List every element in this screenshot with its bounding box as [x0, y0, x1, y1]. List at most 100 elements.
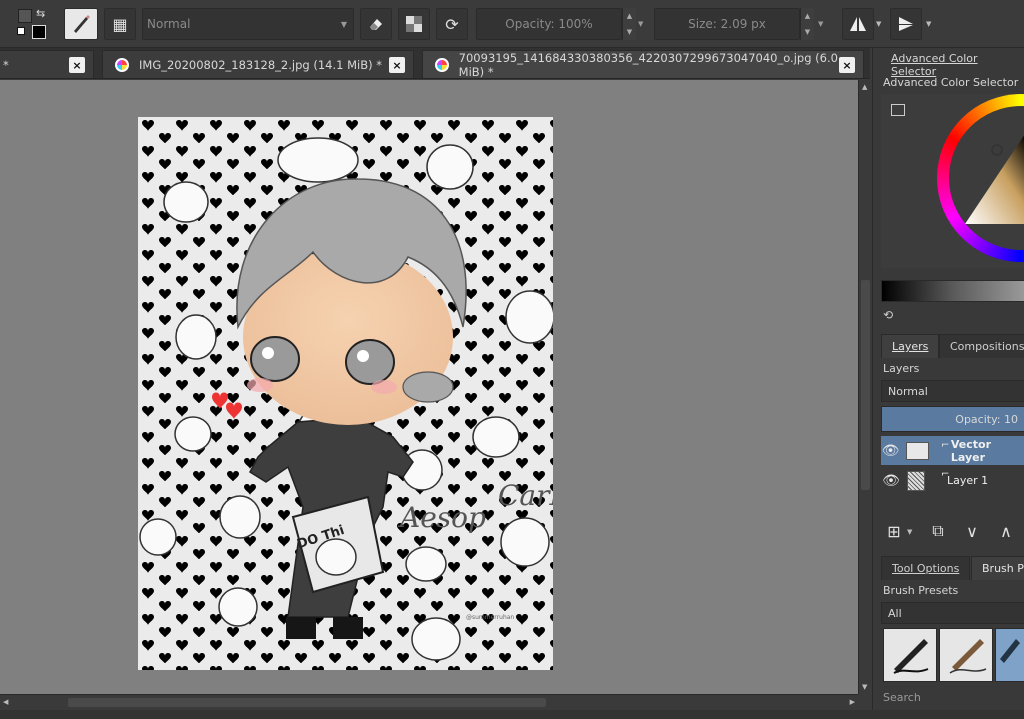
eraser-mode-button[interactable]	[360, 8, 392, 40]
tab-brush-presets[interactable]: Brush Pre	[971, 556, 1024, 580]
layer-thumbnail	[907, 470, 925, 491]
brush-preset-ink[interactable]	[939, 628, 993, 682]
tab-close-button[interactable]: ×	[389, 57, 405, 73]
pencil-preset-icon	[893, 639, 929, 674]
size-slider[interactable]: Size: 2.09 px	[654, 8, 800, 40]
tab-document-1[interactable]: * ×	[0, 50, 94, 78]
right-docker-panel: Advanced Color Selector Advanced Color S…	[872, 48, 1024, 710]
layer-item-vector[interactable]: 👁 ⌐ Vector Layer	[881, 436, 1024, 465]
opacity-label: Opacity: 100%	[505, 17, 593, 31]
mirror-vertical-arrow[interactable]: ▼	[926, 20, 931, 28]
artwork-illustration: DO Thi Aesop CarL @summerruhan	[138, 117, 553, 670]
add-layer-menu-arrow[interactable]: ▼	[907, 528, 912, 536]
compositions-tab-label: Compositions	[950, 340, 1024, 353]
pattern-grid-button[interactable]: ▦	[104, 8, 136, 40]
brush-presets-title: Brush Presets	[883, 584, 959, 597]
document-tab-bar: * × IMG_20200802_183128_2.jpg (14.1 MiB)…	[0, 48, 870, 79]
move-layer-down-button[interactable]: ∨	[961, 520, 983, 542]
horizontal-scroll-thumb[interactable]	[68, 698, 546, 707]
tab-tool-options[interactable]: Tool Options	[881, 556, 971, 580]
krita-document-icon	[435, 57, 449, 72]
brush-preset-selected[interactable]	[995, 628, 1024, 682]
opacity-menu-arrow[interactable]: ▼	[638, 20, 643, 28]
tab-close-button[interactable]: ×	[69, 57, 85, 73]
size-label: Size: 2.09 px	[688, 17, 766, 31]
artist-watermark: @summerruhan	[466, 614, 514, 621]
tab-label: IMG_20200802_183128_2.jpg (14.1 MiB) *	[139, 57, 382, 72]
layer-name: Vector Layer	[950, 437, 991, 464]
color-selector-tab-title[interactable]: Advanced Color Selector	[891, 52, 1024, 78]
layer-name: Layer 1	[947, 474, 989, 487]
tab-layers[interactable]: Layers	[881, 334, 940, 358]
foreground-color-swatch[interactable]	[18, 9, 32, 23]
main-toolbar: ⇆ ▦ Normal ▼ ⟳ Opacity: 100% ▲ ▼ ▼ Size: …	[0, 0, 1024, 48]
color-selector-area[interactable]	[881, 94, 1024, 268]
value-gradient-strip[interactable]	[881, 280, 1024, 302]
tab-document-3[interactable]: 70093195_141684330380356_422030729967304…	[422, 50, 864, 79]
size-menu-arrow[interactable]: ▼	[818, 20, 823, 28]
brush-tag-filter-select[interactable]: All	[881, 602, 1024, 624]
opacity-slider[interactable]: Opacity: 100%	[476, 8, 622, 40]
reload-preset-button[interactable]: ⟳	[436, 8, 468, 40]
canvas-vertical-scrollbar[interactable]: ▲ ▼	[858, 80, 872, 694]
mirror-horizontal-button[interactable]	[842, 8, 874, 40]
layers-tab-label: Layers	[892, 340, 929, 353]
pen-preset-icon	[1000, 639, 1020, 663]
layer-item-layer-1[interactable]: 👁 ⌐ Layer 1	[881, 466, 1024, 495]
signature-aesop: Aesop	[397, 501, 486, 534]
vector-layer-type-icon: ⌐	[941, 440, 950, 451]
scroll-down-arrow[interactable]: ▼	[862, 683, 867, 691]
brush-presets-tab-label: Brush Pre	[982, 562, 1024, 575]
background-color-swatch[interactable]	[32, 25, 46, 39]
vertical-scroll-thumb[interactable]	[861, 280, 870, 490]
scroll-left-arrow[interactable]: ◀	[3, 698, 8, 706]
brush-preset-pencil[interactable]	[883, 628, 937, 682]
tab-close-button[interactable]: ×	[839, 57, 855, 73]
color-history-refresh-icon[interactable]: ⟲	[883, 308, 893, 322]
layers-panel-title: Layers	[883, 362, 920, 375]
mirror-horizontal-icon	[850, 17, 866, 31]
swap-colors-icon[interactable]: ⇆	[36, 7, 45, 20]
scroll-up-arrow[interactable]: ▲	[862, 83, 867, 91]
layer-blend-mode-select[interactable]: Normal	[881, 380, 1024, 402]
artwork-canvas[interactable]: DO Thi Aesop CarL @summerruhan	[138, 117, 553, 670]
brush-preset-button[interactable]	[64, 8, 98, 40]
blend-mode-value: Normal	[147, 17, 191, 31]
mirror-vertical-icon	[899, 17, 913, 31]
tab-label: *	[3, 57, 9, 72]
scroll-right-arrow[interactable]: ▶	[850, 698, 855, 706]
color-swatch-widget[interactable]: ⇆	[16, 7, 50, 41]
visibility-eye-icon[interactable]: 👁	[881, 443, 900, 459]
canvas-horizontal-scrollbar[interactable]: ◀ ▶	[0, 694, 858, 710]
saturation-triangle[interactable]	[881, 94, 1024, 268]
brush-tag-filter-value: All	[888, 606, 902, 620]
layer-opacity-label: Opacity: 10	[955, 412, 1018, 426]
signature-carl: CarL	[498, 479, 553, 512]
blend-mode-select[interactable]: Normal ▼	[142, 8, 354, 40]
size-spinner[interactable]: ▲ ▼	[800, 8, 814, 40]
visibility-eye-icon[interactable]: 👁	[881, 473, 901, 489]
krita-document-icon	[115, 57, 129, 72]
grid-icon: ▦	[112, 14, 128, 34]
layer-opacity-slider[interactable]: Opacity: 10	[881, 406, 1024, 432]
opacity-spinner[interactable]: ▲ ▼	[622, 8, 636, 40]
brush-search-label[interactable]: Search	[883, 691, 921, 704]
layer-blend-mode-value: Normal	[888, 384, 928, 398]
ink-pen-preset-icon	[949, 639, 987, 674]
mirror-vertical-button[interactable]	[890, 8, 922, 40]
status-bar	[0, 710, 1024, 719]
mirror-horizontal-arrow[interactable]: ▼	[876, 20, 881, 28]
brush-icon	[74, 15, 90, 33]
duplicate-layer-button[interactable]: ⧉	[927, 520, 949, 542]
tool-options-tab-label: Tool Options	[892, 562, 960, 575]
tab-compositions[interactable]: Compositions	[939, 334, 1024, 358]
move-layer-up-button[interactable]: ∧	[995, 520, 1017, 542]
chevron-down-icon: ▼	[340, 19, 347, 29]
layer-thumbnail	[905, 441, 929, 460]
preserve-alpha-button[interactable]	[398, 8, 430, 40]
reset-colors-icon[interactable]	[17, 27, 25, 35]
alpha-checker-icon	[406, 16, 422, 32]
tab-document-2[interactable]: IMG_20200802_183128_2.jpg (14.1 MiB) * ×	[102, 50, 414, 78]
color-selector-panel-title: Advanced Color Selector	[883, 76, 1019, 89]
add-layer-button[interactable]: ⊞	[883, 520, 905, 542]
